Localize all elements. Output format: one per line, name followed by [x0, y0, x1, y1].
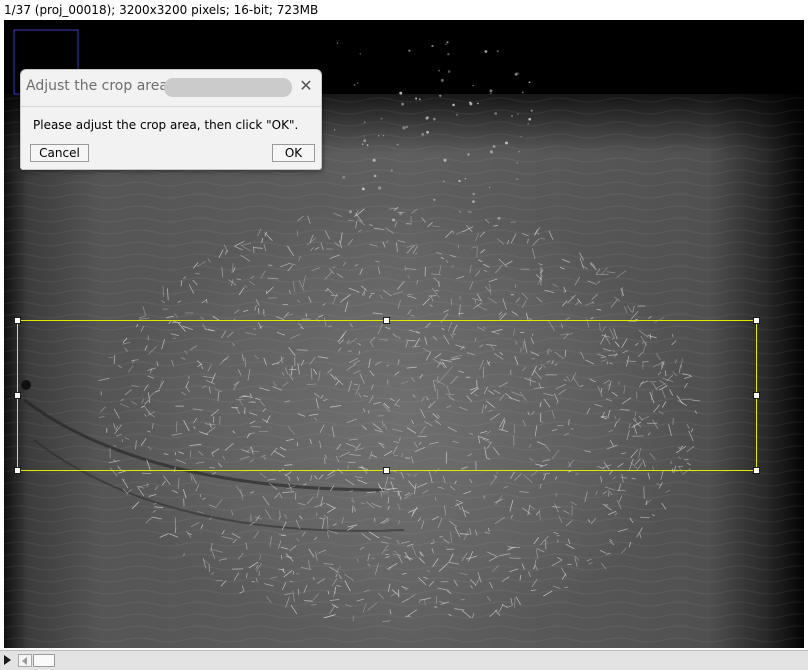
dialog-titlebar[interactable]: Adjust the crop area ✕ [21, 70, 321, 107]
dialog-message: Please adjust the crop area, then click … [33, 118, 299, 132]
scroll-left-icon[interactable] [18, 654, 32, 667]
image-status-line: 1/37 (proj_00018); 3200x3200 pixels; 16-… [0, 0, 808, 20]
stack-slice-scrollbar[interactable] [0, 650, 808, 670]
close-icon[interactable]: ✕ [297, 75, 315, 97]
ok-button[interactable]: OK [272, 144, 315, 162]
play-icon[interactable] [4, 655, 11, 665]
cancel-button[interactable]: Cancel [30, 144, 89, 162]
scrollbar-thumb[interactable] [33, 654, 55, 667]
dialog-title: Adjust the crop area [26, 78, 168, 94]
crop-dialog: Adjust the crop area ✕ Please adjust the… [20, 69, 322, 170]
redacted-title-part [164, 78, 292, 97]
